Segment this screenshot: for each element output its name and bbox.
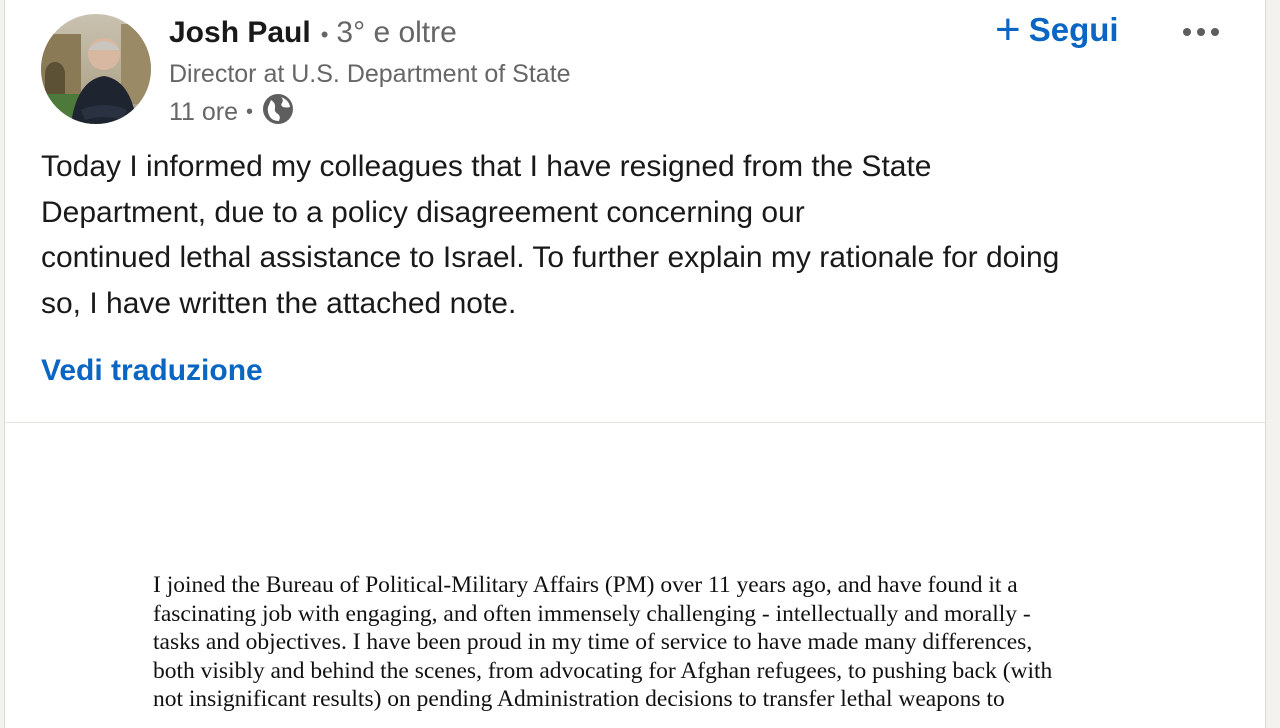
post-card: Josh Paul • 3° e oltre Director at U.S. … — [4, 0, 1266, 728]
document-line: not insignificant results) on pending Ad… — [153, 686, 1005, 713]
document-line: fascinating job with engaging, and often… — [153, 600, 1031, 627]
avatar[interactable] — [41, 14, 151, 124]
see-translation-link[interactable]: Vedi traduzione — [41, 354, 263, 388]
name-line: Josh Paul • 3° e oltre — [169, 16, 571, 56]
post-meta: 11 ore • — [169, 92, 571, 132]
author-name[interactable]: Josh Paul — [169, 16, 311, 50]
globe-icon — [261, 92, 295, 133]
post-line: Department, due to a policy disagreement… — [41, 195, 805, 229]
document-line: I joined the Bureau of Political-Militar… — [153, 572, 1018, 598]
author-info: Josh Paul • 3° e oltre Director at U.S. … — [169, 16, 571, 132]
post-line: Today I informed my colleagues that I ha… — [41, 150, 932, 183]
more-options-icon[interactable] — [1173, 12, 1229, 52]
attached-document[interactable]: I joined the Bureau of Political-Militar… — [5, 423, 1265, 723]
document-text: I joined the Bureau of Political-Militar… — [153, 571, 1052, 714]
follow-button[interactable]: + Segui — [995, 5, 1119, 54]
post-time: 11 ore — [169, 97, 239, 126]
page-background — [1266, 0, 1280, 720]
author-headline: Director at U.S. Department of State — [169, 60, 571, 88]
dot — [1183, 28, 1191, 36]
follow-label: Segui — [1028, 11, 1119, 48]
post-line: continued lethal assistance to Israel. T… — [41, 241, 1060, 274]
document-line: tasks and objectives. I have been proud … — [153, 629, 1033, 656]
document-line: both visibly and behind the scenes, from… — [153, 657, 1053, 684]
separator-dot: • — [320, 22, 329, 47]
connection-degree: 3° e oltre — [336, 16, 457, 49]
post-line: so, I have written the attached note. — [41, 286, 517, 320]
plus-icon: + — [995, 5, 1021, 54]
dot — [1197, 28, 1205, 36]
dot — [1211, 28, 1219, 36]
separator-dot: • — [246, 100, 254, 123]
post-body: Today I informed my colleagues that I ha… — [41, 144, 1221, 326]
